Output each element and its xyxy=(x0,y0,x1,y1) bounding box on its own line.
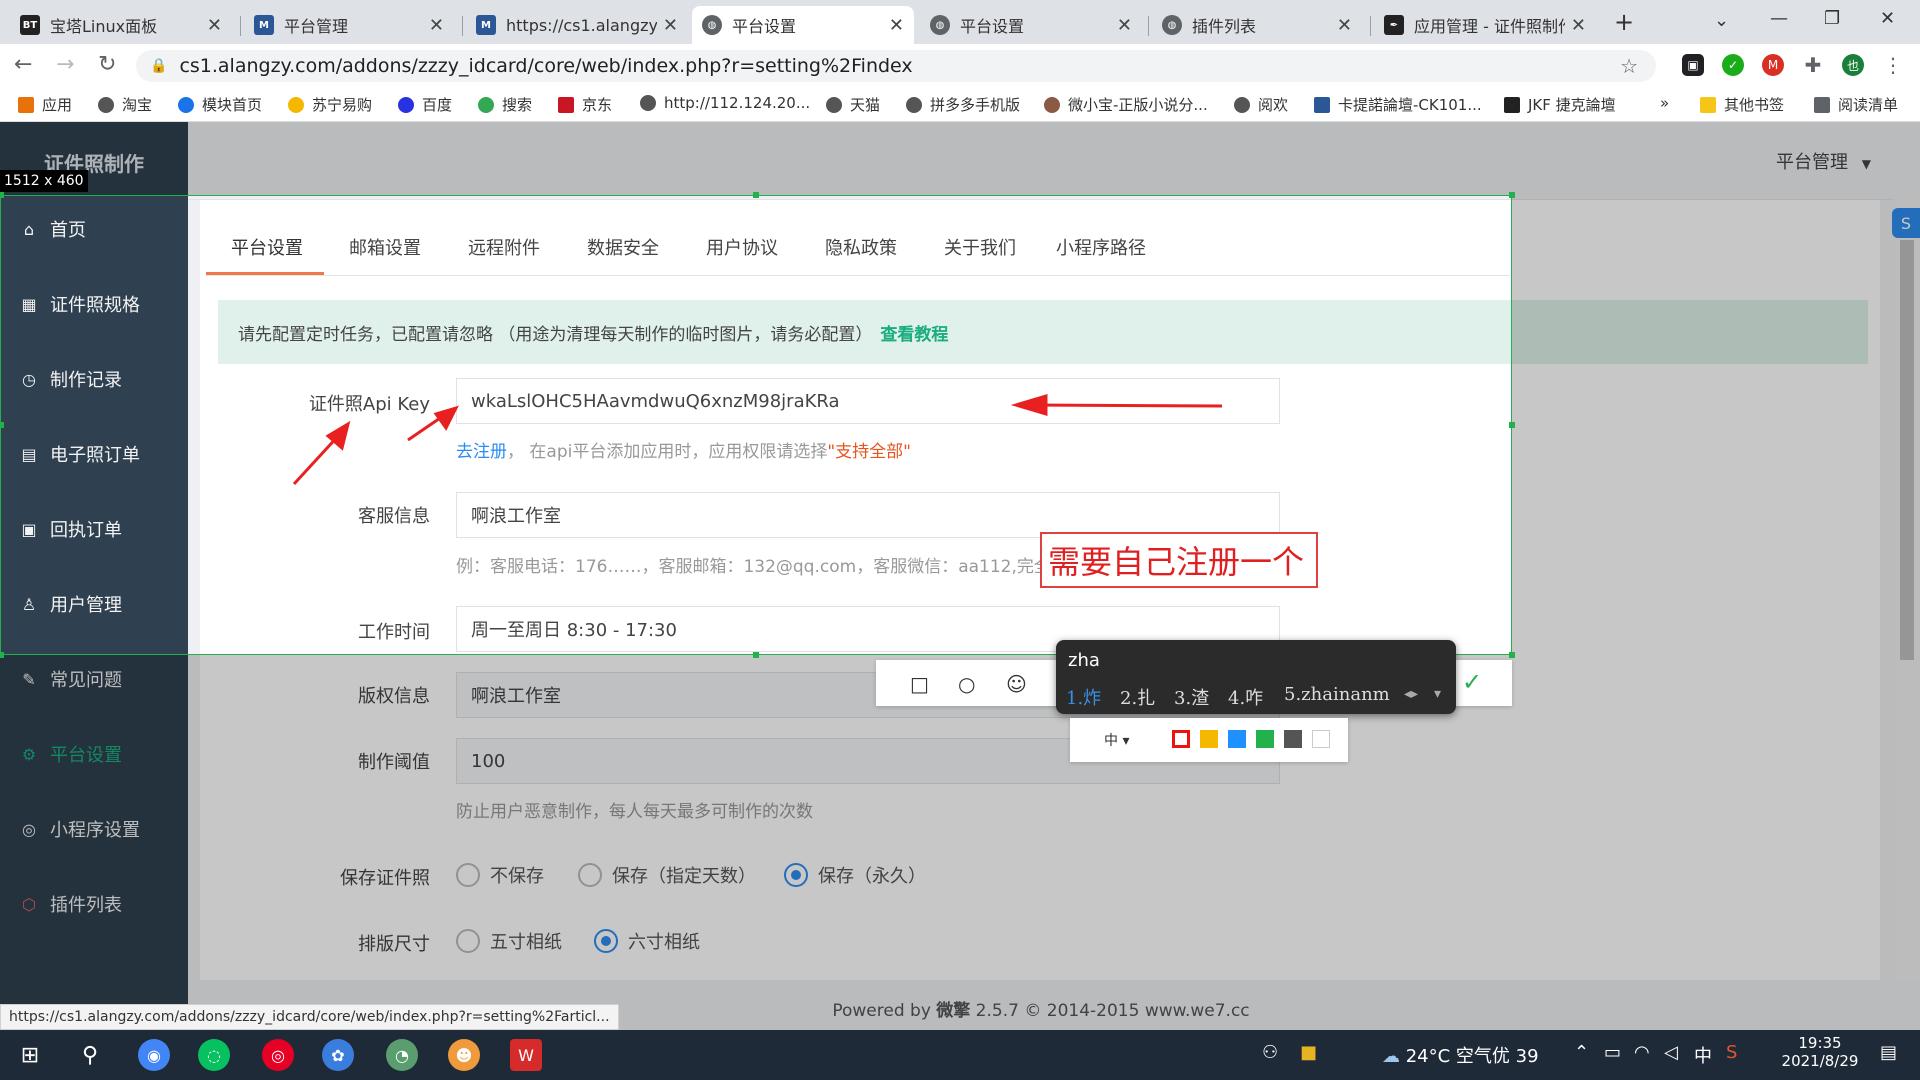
wifi-icon[interactable]: ◠ xyxy=(1634,1042,1650,1063)
color-swatch-yellow[interactable] xyxy=(1200,730,1218,748)
clock-time: 19:35 xyxy=(1798,1034,1842,1052)
ime-candidate-window: zha 1.炸 2.扎 3.渣 4.咋 5.zhainanm ◂▸ ▾ xyxy=(1056,640,1456,714)
weather-widget[interactable]: ☁ 24°C 空气优 39 xyxy=(1382,1042,1539,1068)
ime-composition: zha xyxy=(1068,650,1100,671)
app-icon[interactable]: ✿ xyxy=(322,1039,354,1071)
cloud-icon: ☁ xyxy=(1382,1046,1400,1067)
chat-icon[interactable]: ◔ xyxy=(386,1039,418,1071)
people-icon[interactable]: ⚇ xyxy=(1262,1042,1278,1063)
arrow-head xyxy=(1010,393,1048,417)
color-swatch-gray[interactable] xyxy=(1284,730,1302,748)
emoji-tool-icon[interactable]: ☺ xyxy=(1006,672,1027,696)
font-size-label: 中 xyxy=(1104,733,1118,749)
wechat-icon[interactable]: ◌ xyxy=(198,1039,230,1071)
clock[interactable]: 19:35 2021/8/29 xyxy=(1770,1034,1870,1070)
ime-candidate[interactable]: 4.咋 xyxy=(1228,684,1263,710)
clock-date: 2021/8/29 xyxy=(1781,1052,1859,1070)
color-swatch-red[interactable] xyxy=(1172,730,1190,748)
battery-icon[interactable]: ▭ xyxy=(1604,1042,1621,1063)
ime-indicator[interactable]: 中 xyxy=(1694,1042,1712,1068)
ime-expand-icon[interactable]: ▾ xyxy=(1434,686,1441,702)
rectangle-tool-icon[interactable]: □ xyxy=(910,672,929,696)
ellipse-tool-icon[interactable]: ○ xyxy=(958,672,975,696)
ime-page-arrows-icon[interactable]: ◂▸ xyxy=(1404,686,1418,702)
arrow-head xyxy=(433,405,459,431)
taskbar: ⊞ ⚲ ◉ ◌ ◎ ✿ ◔ ☻ W ⚇ ■ ☁ 24°C 空气优 39 ⌃ ▭ … xyxy=(0,1030,1920,1080)
color-picker: 中 ▾ xyxy=(1070,718,1348,762)
color-swatch-green[interactable] xyxy=(1256,730,1274,748)
game-icon[interactable]: ☻ xyxy=(448,1039,480,1071)
color-swatch-blue[interactable] xyxy=(1228,730,1246,748)
ime-candidate[interactable]: 1.炸 xyxy=(1066,684,1101,710)
sogou-icon[interactable]: S xyxy=(1726,1042,1737,1063)
annotation-textbox[interactable]: 需要自己注册一个 xyxy=(1040,532,1318,588)
ime-candidate[interactable]: 5.zhainanm xyxy=(1284,684,1390,705)
tray-app-icon[interactable]: ■ xyxy=(1300,1042,1317,1063)
chrome-icon[interactable]: ◉ xyxy=(138,1039,170,1071)
annotation-arrows xyxy=(292,393,1223,486)
font-size-dropdown[interactable]: 中 ▾ xyxy=(1104,730,1129,750)
ime-candidate[interactable]: 2.扎 xyxy=(1120,684,1155,710)
tray-chevron-icon[interactable]: ⌃ xyxy=(1574,1042,1589,1063)
color-swatch-white[interactable] xyxy=(1312,730,1330,748)
wps-icon[interactable]: W xyxy=(510,1039,542,1071)
search-icon[interactable]: ⚲ xyxy=(74,1039,106,1071)
netease-music-icon[interactable]: ◎ xyxy=(262,1039,294,1071)
weather-text: 24°C 空气优 39 xyxy=(1405,1046,1539,1067)
status-url-bubble: https://cs1.alangzy.com/addons/zzzy_idca… xyxy=(0,1004,619,1030)
arrow-to-api-key xyxy=(1029,403,1223,408)
windows-start-icon[interactable]: ⊞ xyxy=(14,1039,46,1071)
volume-icon[interactable]: ◁ xyxy=(1664,1042,1678,1063)
notification-icon[interactable]: ▤ xyxy=(1880,1042,1897,1063)
ime-candidate[interactable]: 3.渣 xyxy=(1174,684,1209,710)
confirm-capture-icon[interactable]: ✓ xyxy=(1462,668,1482,696)
